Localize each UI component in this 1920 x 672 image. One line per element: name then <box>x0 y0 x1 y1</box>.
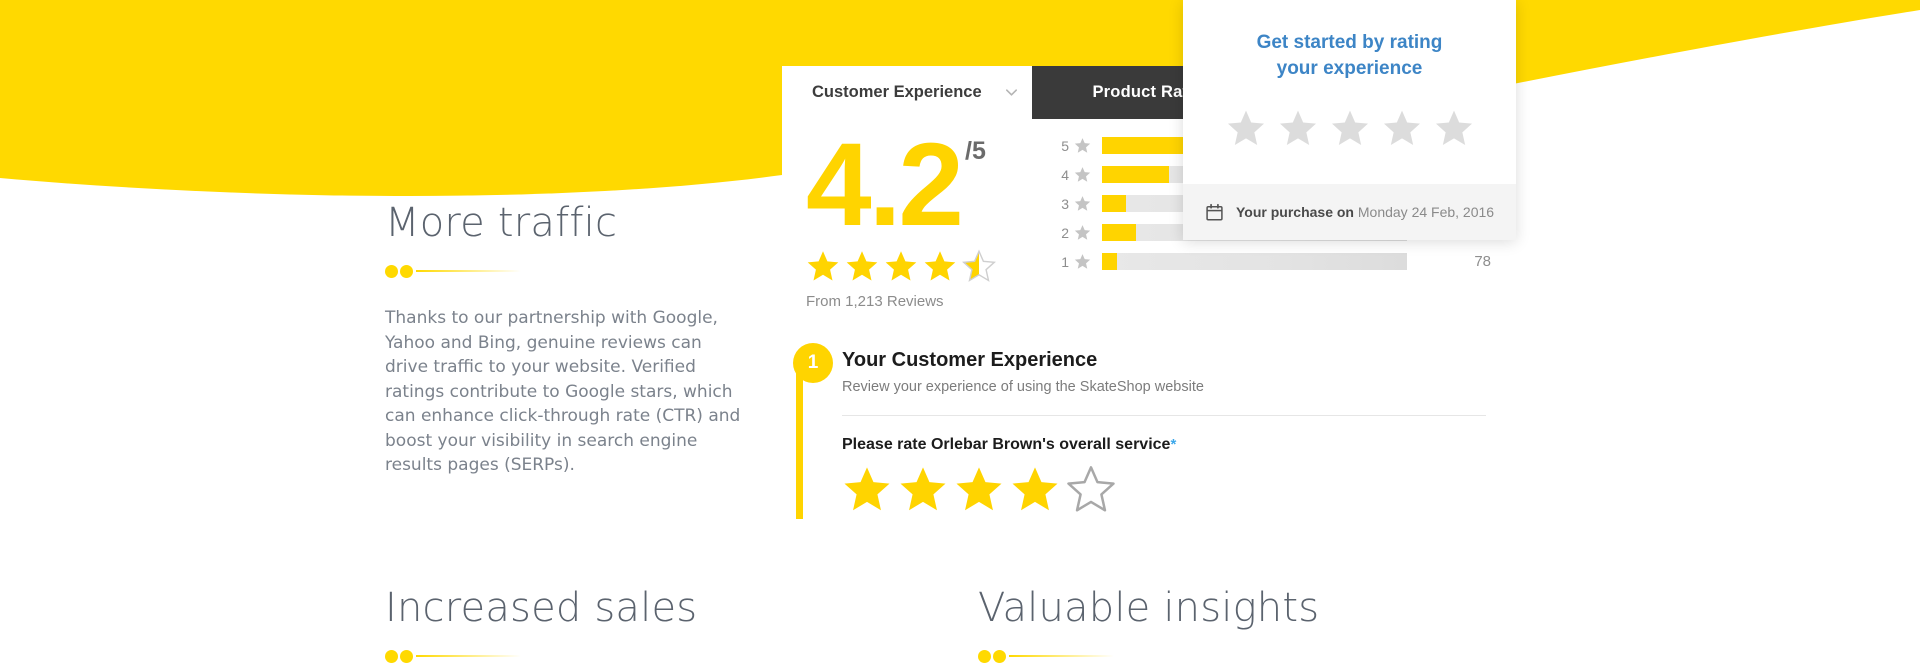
step-number-badge: 1 <box>793 343 833 383</box>
experience-subtitle: Review your experience of using the Skat… <box>842 379 1204 395</box>
distribution-row-label: 1 <box>1061 253 1069 270</box>
distribution-row-label: 3 <box>1061 195 1069 212</box>
quote-dot-icon <box>978 650 991 663</box>
get-started-panel: Get started by rating your experience Yo… <box>1183 0 1516 240</box>
star-icon <box>1074 225 1091 240</box>
review-count-label: From 1,213 Reviews <box>806 293 944 310</box>
quote-dot-icon <box>993 650 1006 663</box>
score-row: 4.2 /5 <box>806 119 1036 251</box>
get-started-heading: Get started by rating your experience <box>1183 0 1516 82</box>
purchase-info-bar: Your purchase on Monday 24 Feb, 2016 <box>1183 184 1516 240</box>
star-icon-empty[interactable] <box>1330 108 1370 148</box>
star-icon-small <box>1074 253 1096 270</box>
calendar-icon <box>1206 203 1223 220</box>
star-icon-empty[interactable] <box>1382 108 1422 148</box>
step-rail: 1 <box>793 343 833 519</box>
experience-title: Your Customer Experience <box>842 349 1098 371</box>
distribution-bar-fill <box>1102 224 1136 241</box>
purchase-date: Monday 24 Feb, 2016 <box>1357 204 1495 220</box>
score-column: 4.2 /5 From 1,213 Reviews <box>806 119 1036 310</box>
star-icon-half <box>962 249 996 282</box>
star-icon <box>1074 167 1091 182</box>
tab-customer-experience-label: Customer Experience <box>812 83 982 101</box>
star-icon <box>1074 196 1091 211</box>
chevron-down-icon <box>1005 89 1017 96</box>
distribution-row-count: 78 <box>1474 253 1491 270</box>
star-icon-filled <box>846 251 878 281</box>
rating-question: Please rate Orlebar Brown's overall serv… <box>842 436 1486 454</box>
star-icon-filled[interactable] <box>1010 464 1060 514</box>
star-icon-empty[interactable] <box>1434 108 1474 148</box>
star-icon-empty[interactable] <box>1226 108 1266 148</box>
heading-rule <box>978 647 1118 663</box>
star-icon <box>1074 254 1091 269</box>
quote-dot-icon <box>400 265 413 278</box>
summary-star-rating <box>806 249 1036 283</box>
feature-increased-sales: Increased sales <box>385 585 697 663</box>
get-started-heading-line2: your experience <box>1276 58 1423 79</box>
heading-rule <box>385 647 525 663</box>
star-icon-small <box>1074 195 1096 212</box>
page-title: More traffic <box>385 200 618 246</box>
customer-experience-section: 1 Your Customer Experience Review your e… <box>782 343 1504 519</box>
distribution-bar-track <box>1102 253 1407 270</box>
distribution-row-label: 4 <box>1061 166 1069 183</box>
heading-rule <box>385 262 525 278</box>
star-icon-filled[interactable] <box>842 464 892 514</box>
purchase-label: Your purchase on <box>1236 204 1354 220</box>
star-icon-filled[interactable] <box>954 464 1004 514</box>
service-star-rating-input[interactable] <box>842 464 1486 514</box>
required-asterisk: * <box>1170 436 1177 453</box>
get-started-star-input[interactable] <box>1183 108 1516 148</box>
distribution-row-label: 5 <box>1061 137 1069 154</box>
distribution-bar-fill <box>1102 166 1170 183</box>
star-icon-filled[interactable] <box>898 464 948 514</box>
average-score: 4.2 <box>806 119 964 251</box>
star-icon-small <box>1074 137 1096 154</box>
tab-customer-experience[interactable]: Customer Experience <box>802 66 1029 119</box>
quote-dot-icon <box>400 650 413 663</box>
rating-question-label: Please rate Orlebar Brown's overall serv… <box>842 436 1171 453</box>
distribution-bar-fill <box>1102 253 1118 270</box>
star-icon-filled <box>807 251 839 281</box>
star-icon-empty[interactable] <box>1278 108 1318 148</box>
feature-body-text: Thanks to our partnership with Google, Y… <box>385 308 741 475</box>
rule-line <box>1009 655 1114 657</box>
page-root: More traffic Thanks to our partnership w… <box>0 0 1920 672</box>
rule-line <box>416 270 521 272</box>
quote-dot-icon <box>385 650 398 663</box>
feature-more-traffic: More traffic Thanks to our partnership w… <box>385 200 745 478</box>
quote-dot-icon <box>385 265 398 278</box>
section-heading: Increased sales <box>385 585 698 631</box>
purchase-info-text: Your purchase on Monday 24 Feb, 2016 <box>1236 204 1494 220</box>
section-heading: Valuable insights <box>978 585 1320 631</box>
distribution-row-label: 2 <box>1061 224 1069 241</box>
get-started-heading-line1: Get started by rating <box>1256 32 1443 53</box>
star-icon <box>1074 138 1091 153</box>
distribution-row[interactable]: 1 78 <box>1035 247 1495 276</box>
star-icon-filled <box>924 251 956 281</box>
star-icon-small <box>1074 224 1096 241</box>
star-icon-small <box>1074 166 1096 183</box>
feature-valuable-insights: Valuable insights <box>978 585 1319 663</box>
distribution-bar-fill <box>1102 195 1127 212</box>
rule-line <box>416 655 521 657</box>
star-icon-filled <box>885 251 917 281</box>
score-denominator: /5 <box>965 137 986 165</box>
divider <box>842 415 1486 416</box>
experience-body: Your Customer Experience Review your exp… <box>842 349 1504 514</box>
star-icon-empty[interactable] <box>1066 464 1116 514</box>
